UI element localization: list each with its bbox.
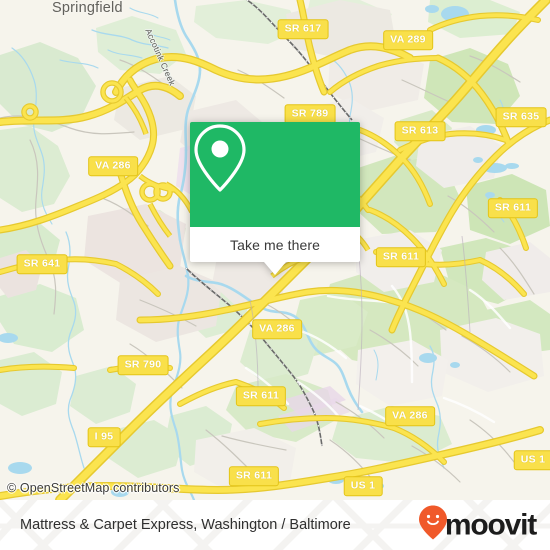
take-me-there-button[interactable]: Take me there bbox=[190, 227, 360, 262]
road-shield-sr-617[interactable]: SR 617 bbox=[277, 19, 329, 39]
road-shield-va-289[interactable]: VA 289 bbox=[383, 30, 433, 50]
road-shield-sr-611-south[interactable]: SR 611 bbox=[228, 466, 280, 486]
moovit-logo[interactable]: moovit bbox=[418, 505, 537, 546]
location-title: Mattress & Carpet Express, Washington / … bbox=[20, 517, 351, 533]
popup-header bbox=[190, 122, 360, 227]
footer-bar: Mattress & Carpet Express, Washington / … bbox=[0, 500, 550, 550]
road-shield-sr-611-northeast[interactable]: SR 611 bbox=[487, 198, 539, 218]
road-shield-sr-641[interactable]: SR 641 bbox=[16, 254, 68, 274]
location-popup-card[interactable]: Take me there bbox=[190, 122, 360, 275]
osm-attribution[interactable]: © OpenStreetMap contributors bbox=[7, 481, 180, 495]
moovit-smiling-pin-icon bbox=[418, 505, 448, 546]
moovit-map-screenshot: Springfield Accotink Creek SR 617 VA 289… bbox=[0, 0, 550, 550]
road-shield-us-1-south[interactable]: US 1 bbox=[343, 476, 383, 496]
road-shield-sr-635[interactable]: SR 635 bbox=[495, 107, 547, 127]
road-shield-i-95[interactable]: I 95 bbox=[87, 427, 121, 447]
road-shield-va-286-southeast[interactable]: VA 286 bbox=[385, 406, 435, 426]
popup-pointer-tail bbox=[264, 262, 286, 275]
moovit-wordmark: moovit bbox=[444, 508, 537, 541]
road-shield-sr-611-center[interactable]: SR 611 bbox=[235, 386, 287, 406]
road-shield-sr-613[interactable]: SR 613 bbox=[394, 121, 446, 141]
road-shield-va-286-west[interactable]: VA 286 bbox=[88, 156, 138, 176]
map-canvas[interactable]: Springfield Accotink Creek SR 617 VA 289… bbox=[0, 0, 550, 500]
road-shield-va-286-center[interactable]: VA 286 bbox=[252, 319, 302, 339]
road-shield-sr-790[interactable]: SR 790 bbox=[117, 355, 169, 375]
road-shield-sr-611-east[interactable]: SR 611 bbox=[375, 247, 427, 267]
road-shield-us-1-east[interactable]: US 1 bbox=[513, 450, 550, 470]
road-shield-sr-789[interactable]: SR 789 bbox=[284, 104, 336, 124]
